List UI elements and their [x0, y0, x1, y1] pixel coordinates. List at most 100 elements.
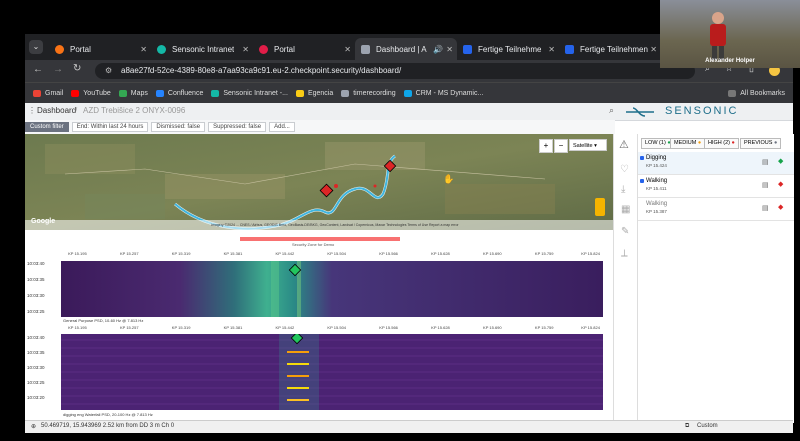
hand-cursor-icon: ✋: [443, 174, 455, 184]
kp-tick: KP 15.319: [171, 325, 191, 330]
action-icon[interactable]: ▤: [762, 204, 769, 212]
portal-favicon-icon: [55, 44, 64, 54]
filter-medium[interactable]: MEDIUM ●: [670, 138, 706, 149]
copy-icon[interactable]: ⧉: [685, 423, 689, 430]
map-layer-select[interactable]: Satellite ▾: [569, 139, 607, 151]
location-icon: ⊕: [31, 424, 37, 430]
speaker-icon[interactable]: 🔊: [433, 45, 443, 54]
breadcrumb-dashboard[interactable]: Dashboard: [37, 106, 76, 115]
filter-high[interactable]: HIGH (2) ●: [704, 138, 739, 149]
bookmark-label: Maps: [130, 89, 148, 97]
bookmarks-bar: Gmail YouTube Maps Confluence Sensonic I…: [25, 82, 793, 103]
time-label: 10:03:30: [27, 365, 45, 370]
alarm-item[interactable]: Walking KP 15.387 ▤ ◆: [638, 198, 794, 221]
satellite-map[interactable]: Google Imagery ©2024 ... CNES / Airbus, …: [25, 134, 613, 230]
map-layer-value: Satellite: [573, 143, 593, 149]
alarm-item[interactable]: Walking KP 15.411 ▤ ◆: [638, 175, 794, 198]
bookmark-gmail[interactable]: Gmail: [33, 89, 63, 97]
filter-chip-dismissed[interactable]: Dismissed: false: [151, 122, 206, 132]
filter-chip-suppressed[interactable]: Suppressed: false: [208, 122, 267, 132]
filter-chip-end[interactable]: End: Within last 24 hours: [71, 122, 149, 132]
close-icon[interactable]: ✕: [344, 45, 351, 54]
severity-diamond-icon: ◆: [778, 158, 784, 165]
kp-tick: KP 15.759: [534, 325, 554, 330]
zoom-in-button[interactable]: +: [539, 139, 553, 153]
bookmark-label: Sensonic Intranet -...: [223, 89, 288, 97]
severity-diamond-icon: ◆: [778, 204, 784, 211]
tab-dashboard[interactable]: Dashboard | A 🔊 ✕: [355, 38, 457, 60]
url-text: a8ae27fd-52ce-4389-80e8-a7aa93ca9c91.eu-…: [121, 66, 402, 75]
bookmark-timerecording[interactable]: timerecording: [341, 89, 396, 97]
close-icon[interactable]: ✕: [548, 45, 555, 54]
time-label: 10:03:25: [27, 309, 45, 314]
time-label: 10:03:20: [27, 395, 45, 400]
bookmark-sensonic-intranet[interactable]: Sensonic Intranet -...: [211, 89, 288, 97]
pipeline-icon[interactable]: ⟂: [621, 248, 628, 259]
add-filter-button[interactable]: Add...: [269, 122, 295, 132]
alarm-kp: KP 15.411: [646, 186, 667, 191]
address-bar[interactable]: ⚙ a8ae27fd-52ce-4389-80e8-a7aa93ca9c91.e…: [95, 63, 695, 79]
alarm-type: Digging: [646, 155, 667, 161]
gmail-icon: [33, 89, 41, 97]
bookmark-egencia[interactable]: Egencia: [295, 89, 333, 97]
zoom-out-button[interactable]: −: [554, 139, 568, 153]
download-icon[interactable]: ⤓: [621, 184, 625, 195]
tab-portal-2[interactable]: Portal ✕: [253, 38, 355, 60]
map-attribution[interactable]: Imagery ©2024 ... CNES / Airbus, GEODIS …: [211, 223, 459, 227]
close-icon[interactable]: ✕: [242, 45, 249, 54]
alarm-item[interactable]: Digging KP 15.424 ▤ ◆: [638, 152, 794, 175]
action-icon[interactable]: ▤: [762, 181, 769, 189]
alarm-flag-icon: [640, 156, 644, 160]
breadcrumb-asset[interactable]: AZD Trebišice 2 ONYX-0096: [83, 106, 185, 115]
waterfall-caption: digging eng Waterfall PSD, 20-100 Hz @ 7…: [63, 412, 153, 417]
severity-diamond-icon: ◆: [778, 181, 784, 188]
globe-icon: [341, 89, 350, 97]
edit-icon[interactable]: ✎: [621, 226, 629, 237]
site-info-icon[interactable]: ⚙: [105, 63, 112, 79]
bookmark-maps[interactable]: Maps: [118, 89, 148, 97]
search-icon[interactable]: ⌕: [609, 105, 614, 116]
tab-sensonic-intranet[interactable]: Sensonic Intranet ✕: [151, 38, 253, 60]
tool-rail: ⚠ ♡ ⤓ ▦ ✎ ⟂: [613, 134, 638, 423]
alarm-type: Walking: [646, 178, 668, 184]
warning-icon[interactable]: ⚠: [619, 138, 629, 151]
close-icon[interactable]: ✕: [446, 45, 453, 54]
folder-icon: [728, 89, 737, 97]
close-icon[interactable]: ✕: [140, 45, 147, 54]
bookmark-confluence[interactable]: Confluence: [155, 89, 203, 97]
kp-tick: KP 15.442: [275, 251, 295, 256]
filter-previous[interactable]: PREVIOUS ●: [740, 138, 782, 149]
all-bookmarks-button[interactable]: All Bookmarks: [728, 89, 785, 97]
forward-icon[interactable]: →: [53, 64, 63, 75]
custom-filter-label[interactable]: Custom filter: [25, 122, 69, 132]
time-label: 10:03:35: [27, 350, 45, 355]
columns-icon[interactable]: ▦: [621, 204, 630, 215]
action-icon[interactable]: ▤: [762, 158, 769, 166]
time-label: 10:03:25: [27, 380, 45, 385]
confluence-icon: [155, 89, 164, 97]
tab-fertige-2[interactable]: Fertige Teilnehmen ✕: [559, 38, 661, 60]
tab-label: Sensonic Intranet: [172, 44, 235, 54]
intranet-favicon-icon: [157, 44, 166, 54]
reload-icon[interactable]: ↻: [73, 63, 81, 74]
tab-label: Fertige Teilnehme: [478, 44, 542, 54]
close-icon[interactable]: ✕: [650, 45, 657, 54]
tab-fertige-1[interactable]: Fertige Teilnehme ✕: [457, 38, 559, 60]
back-icon[interactable]: ←: [33, 64, 43, 75]
kp-tick: KP 15.504: [327, 325, 347, 330]
menu-icon[interactable]: ⋮: [28, 106, 36, 115]
status-mode[interactable]: Custom: [697, 423, 718, 429]
bookmark-youtube[interactable]: YouTube: [71, 89, 111, 97]
heartbeat-icon[interactable]: ♡: [620, 164, 629, 175]
participant-name: Alexander Holper: [705, 58, 755, 64]
bookmark-crm[interactable]: CRM - MS Dynamic...: [403, 89, 483, 97]
severity-label: MEDIUM: [674, 140, 697, 146]
tab-portal-1[interactable]: Portal ✕: [49, 38, 151, 60]
street-view-pegman-icon[interactable]: [595, 198, 605, 216]
bookmark-label: All Bookmarks: [740, 89, 785, 97]
severity-label: HIGH (2): [708, 140, 730, 146]
security-zone-bar: [240, 237, 400, 241]
kp-tick: KP 15.628: [431, 251, 450, 256]
tab-search-button[interactable]: ⌄: [29, 40, 43, 54]
kp-tick: KP 15.690: [483, 251, 502, 256]
